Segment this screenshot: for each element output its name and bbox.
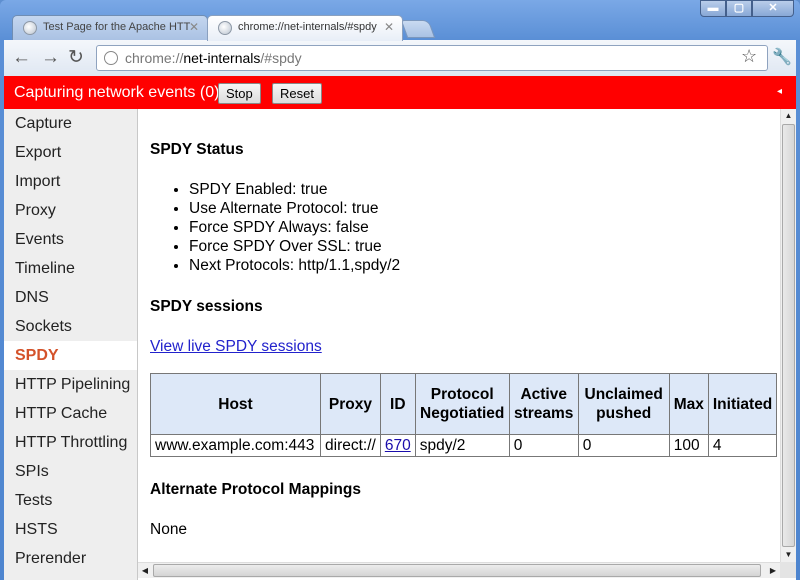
list-item: Use Alternate Protocol: true [189,199,400,218]
tab-apache-test-page[interactable]: Test Page for the Apache HTT ✕ [12,15,208,41]
forward-arrow-icon[interactable]: → [41,48,60,68]
globe-icon [104,51,118,65]
table-header-row: Host Proxy ID Protocol Negotiatied Activ… [150,373,778,435]
reset-button[interactable]: Reset [272,83,322,104]
sidebar-item-tests[interactable]: Tests [4,486,137,515]
stop-button[interactable]: Stop [218,83,261,104]
spdy-view: SPDY Status SPDY Enabled: true Use Alter… [138,109,779,562]
wrench-menu-icon[interactable]: 🔧 [772,47,792,67]
scroll-up-icon[interactable]: ▲ [781,109,796,123]
view-live-sessions-link[interactable]: View live SPDY sessions [150,338,322,356]
cell-active-streams: 0 [508,434,579,457]
sidebar-item-spdy[interactable]: SPDY [4,341,137,370]
vertical-scroll-thumb[interactable] [782,124,795,547]
table-row: www.example.com:443 direct:// 670 spdy/2… [150,434,778,457]
sidebar-item-prerender[interactable]: Prerender [4,544,137,573]
close-window-button[interactable]: ✕ [752,0,794,17]
tab-title: Test Page for the Apache HTT [43,21,191,33]
column-header-initiated: Initiated [707,373,778,435]
column-header-unclaimed-pushed: Unclaimed pushed [577,373,670,435]
sidebar-item-spis[interactable]: SPIs [4,457,137,486]
minimize-button[interactable]: ▬ [700,0,726,17]
sidebar-nav: Capture Export Import Proxy Events Timel… [4,109,138,580]
scroll-left-icon[interactable]: ◀ [138,563,152,578]
address-bar[interactable]: chrome://net-internals/#spdy [96,45,768,71]
browser-toolbar: ← → ↻ chrome://net-internals/#spdy ☆ 🔧 [4,40,796,76]
sidebar-item-timeline[interactable]: Timeline [4,254,137,283]
collapse-arrow-icon[interactable]: ◂ [777,86,782,97]
sidebar-item-http-pipelining[interactable]: HTTP Pipelining [4,370,137,399]
sidebar-item-http-cache[interactable]: HTTP Cache [4,399,137,428]
scroll-down-icon[interactable]: ▼ [781,548,796,562]
maximize-button[interactable]: ▢ [726,0,752,17]
page-content: Capturing network events (0) Stop Reset … [4,76,796,580]
cell-unclaimed-pushed: 0 [577,434,670,457]
cell-id: 670 [379,434,416,457]
url-host: net-internals [183,50,261,66]
sidebar-item-http-throttling[interactable]: HTTP Throttling [4,428,137,457]
sidebar-item-export[interactable]: Export [4,138,137,167]
sidebar-item-hsts[interactable]: HSTS [4,515,137,544]
url-path: /#spdy [260,50,302,66]
scrollbar-corner [780,562,796,578]
column-header-host: Host [150,373,321,435]
reload-icon[interactable]: ↻ [68,48,84,68]
sidebar-item-capture[interactable]: Capture [4,109,137,138]
session-id-link[interactable]: 670 [385,437,411,454]
column-header-proxy: Proxy [320,373,381,435]
cell-max: 100 [668,434,709,457]
close-icon[interactable]: ✕ [384,20,394,34]
sidebar-item-events[interactable]: Events [4,225,137,254]
url-scheme: chrome:// [125,50,184,66]
alternate-protocol-value: None [150,521,188,538]
list-item: Force SPDY Always: false [189,218,400,237]
vertical-scrollbar[interactable]: ▲ ▼ [780,109,796,562]
sidebar-item-import[interactable]: Import [4,167,137,196]
spdy-status-heading: SPDY Status [150,141,244,158]
alternate-protocol-heading: Alternate Protocol Mappings [150,481,361,498]
spdy-status-list: SPDY Enabled: true Use Alternate Protoco… [150,180,400,275]
tab-title: chrome://net-internals/#spdy [238,21,377,33]
sidebar-item-proxy[interactable]: Proxy [4,196,137,225]
spdy-sessions-table: Host Proxy ID Protocol Negotiatied Activ… [150,373,778,457]
column-header-max: Max [668,373,709,435]
cell-proxy: direct:// [320,434,381,457]
list-item: Next Protocols: http/1.1,spdy/2 [189,256,400,275]
horizontal-scroll-thumb[interactable] [153,564,761,577]
cell-initiated: 4 [707,434,778,457]
tab-strip: Test Page for the Apache HTT ✕ chrome://… [0,0,800,41]
horizontal-scrollbar[interactable]: ◀ ▶ [138,562,780,578]
cell-host: www.example.com:443 [150,434,321,457]
window-controls: ▬ ▢ ✕ [700,0,794,18]
spdy-sessions-heading: SPDY sessions [150,298,263,315]
new-tab-button[interactable] [400,20,436,38]
close-icon[interactable]: ✕ [189,20,199,34]
column-header-active-streams: Active streams [508,373,579,435]
capture-status-bar: Capturing network events (0) Stop Reset … [4,76,796,109]
capture-status-text: Capturing network events (0) [14,84,220,101]
list-item: Force SPDY Over SSL: true [189,237,400,256]
globe-icon [23,21,37,35]
sidebar-item-dns[interactable]: DNS [4,283,137,312]
sidebar-item-sockets[interactable]: Sockets [4,312,137,341]
scroll-right-icon[interactable]: ▶ [766,563,780,578]
tab-net-internals[interactable]: chrome://net-internals/#spdy ✕ [207,15,403,41]
list-item: SPDY Enabled: true [189,180,400,199]
cell-protocol: spdy/2 [414,434,510,457]
back-arrow-icon[interactable]: ← [12,48,31,68]
browser-window: Test Page for the Apache HTT ✕ chrome://… [0,0,800,580]
bookmark-star-icon[interactable]: ☆ [741,46,757,67]
column-header-id: ID [379,373,416,435]
column-header-protocol: Protocol Negotiatied [414,373,510,435]
globe-icon [218,21,232,35]
